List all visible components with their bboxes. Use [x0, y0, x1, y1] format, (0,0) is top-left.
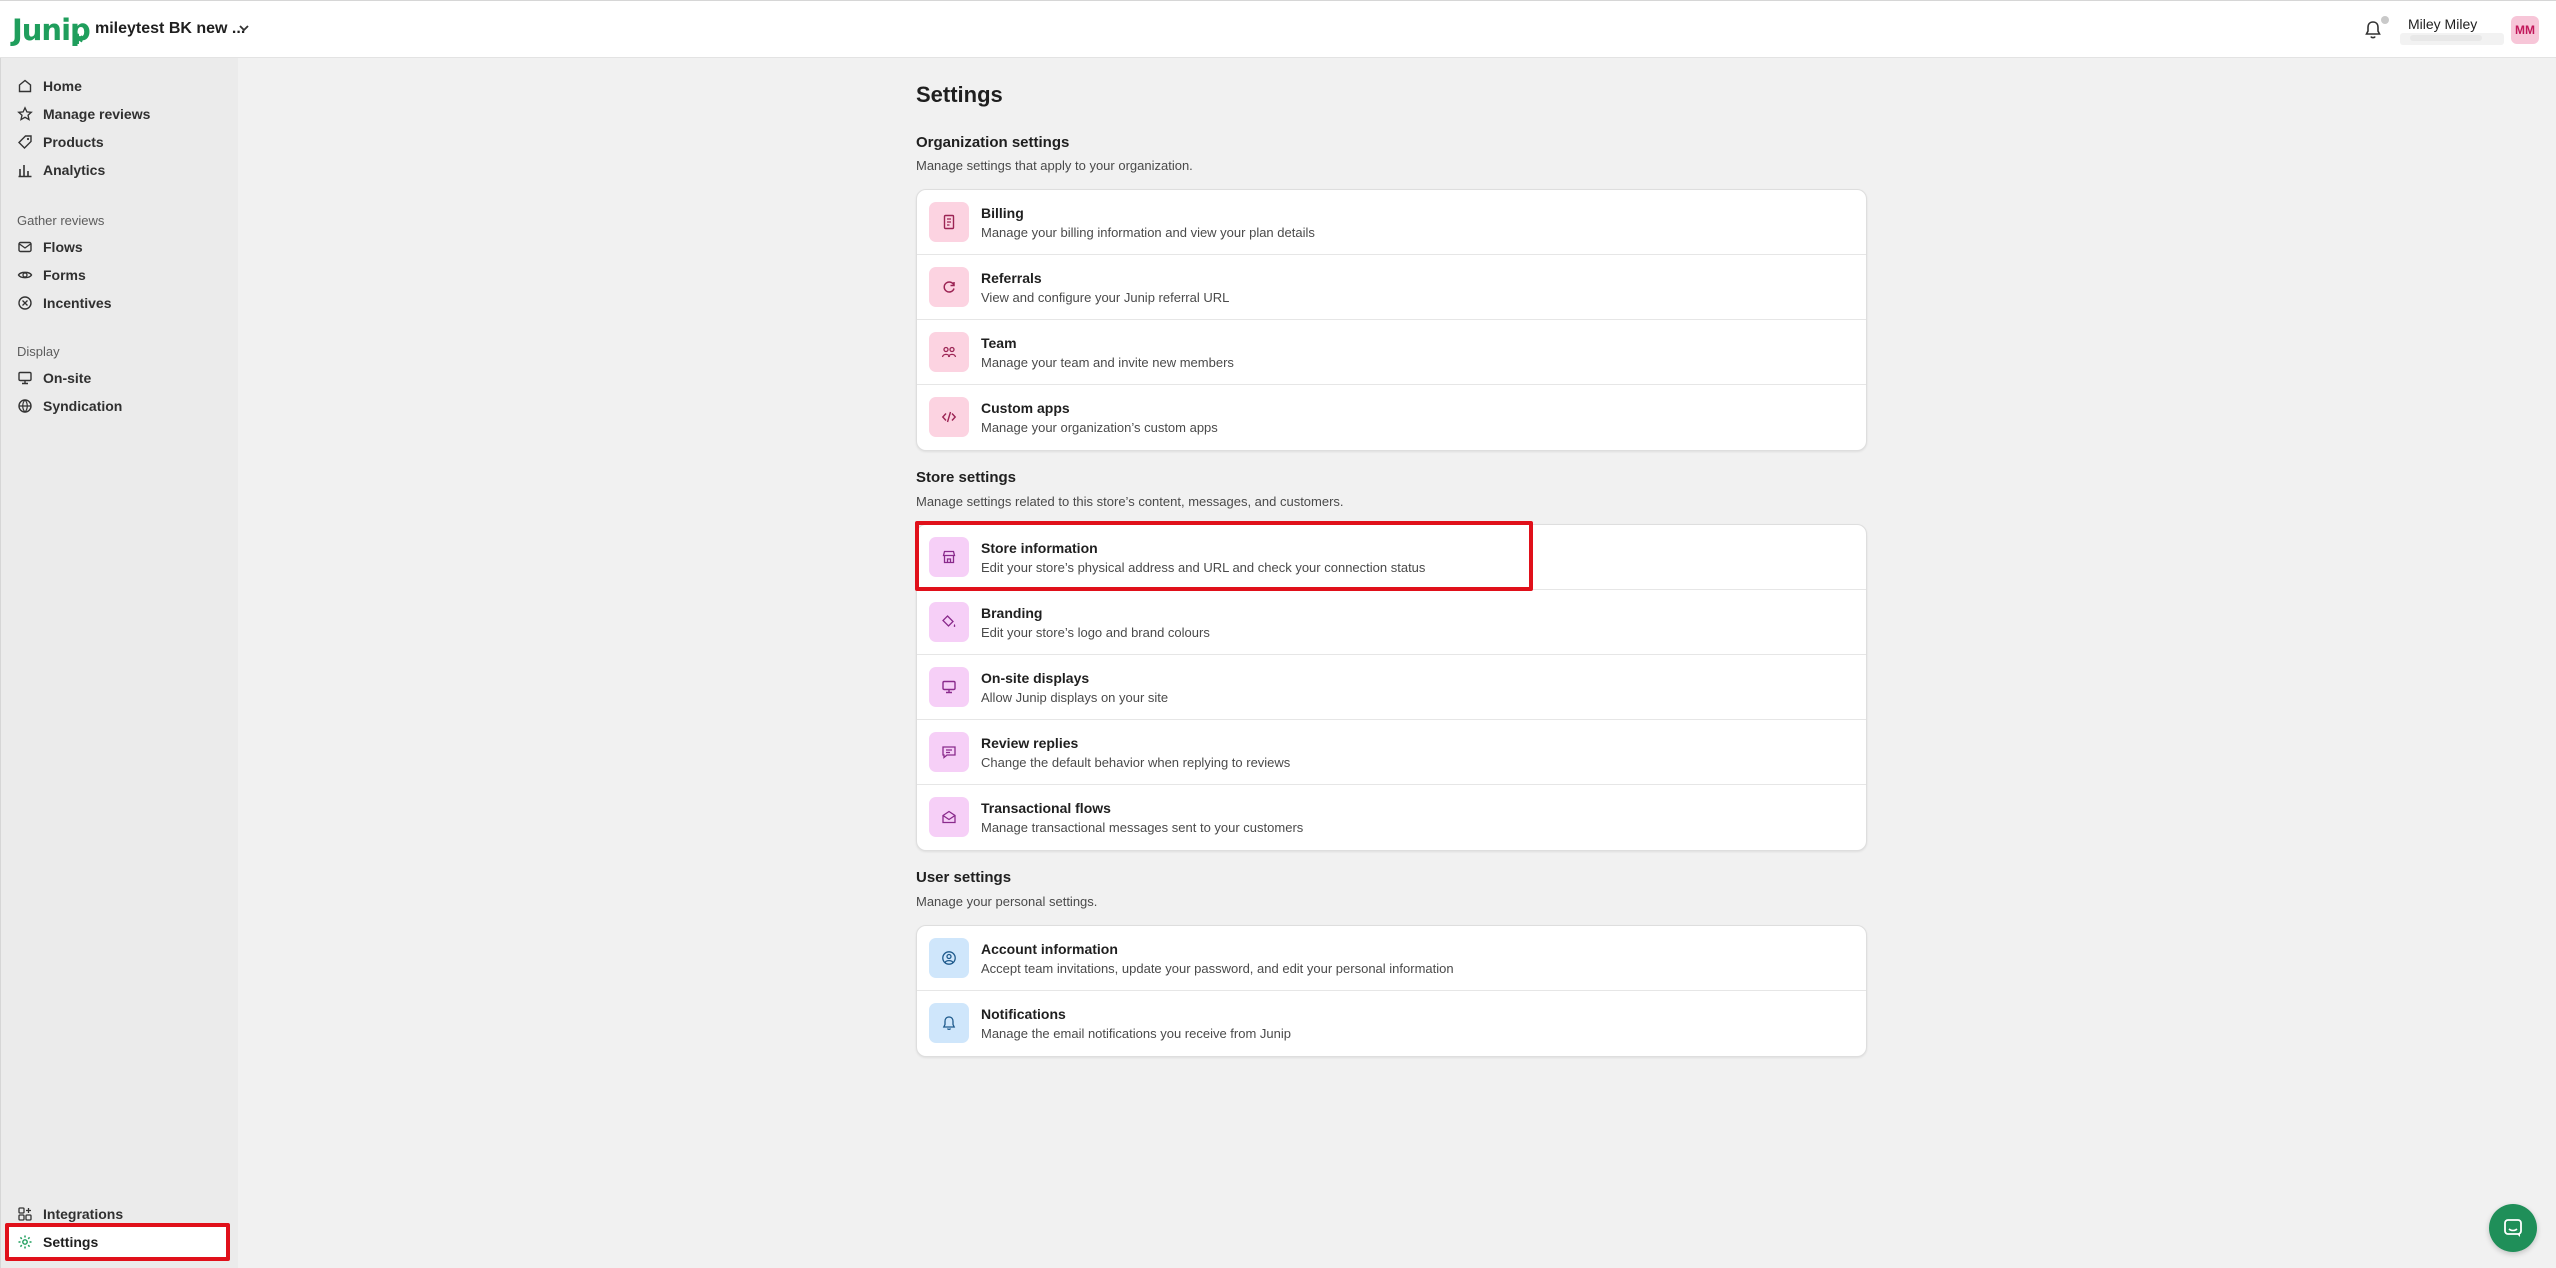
sidebar-item-label: Flows: [43, 239, 83, 255]
row-desc: Change the default behavior when replyin…: [981, 755, 1291, 770]
top-bar: Junip ✱ mileytest BK new ... Miley Miley…: [0, 0, 2556, 58]
store-information-highlight-box: [915, 521, 1533, 591]
sidebar-item-label: Syndication: [43, 398, 123, 414]
settings-row-branding[interactable]: Branding Edit your store’s logo and bran…: [917, 590, 1866, 655]
sidebar-section-gather-reviews: Gather reviews: [17, 213, 105, 228]
incentive-icon: [18, 296, 32, 310]
mail-icon: [18, 241, 32, 253]
settings-row-review-replies[interactable]: Review replies Change the default behavi…: [917, 720, 1866, 785]
section-desc-user: Manage your personal settings.: [916, 894, 1098, 909]
row-title: Referrals: [981, 270, 1042, 286]
page-title: Settings: [916, 82, 1003, 107]
gear-icon: [18, 1235, 32, 1249]
user-circle-icon: [929, 938, 969, 978]
settings-row-notifications[interactable]: Notifications Manage the email notificat…: [917, 991, 1866, 1056]
sidebar-item-home[interactable]: Home: [17, 74, 82, 98]
star-icon: [17, 106, 33, 121]
row-desc: Manage your team and invite new members: [981, 355, 1234, 370]
chat-icon: [929, 732, 969, 772]
chat-launcher-button[interactable]: [2489, 1204, 2537, 1252]
home-icon: [18, 79, 32, 93]
bell-icon: [929, 1003, 969, 1043]
row-title: Notifications: [981, 1006, 1066, 1022]
row-desc: Accept team invitations, update your pas…: [981, 961, 1454, 976]
row-title: Branding: [981, 605, 1043, 621]
section-desc-store: Manage settings related to this store’s …: [916, 494, 1344, 509]
row-title: Custom apps: [981, 400, 1070, 416]
sidebar-item-label: Manage reviews: [43, 106, 151, 122]
row-title: Billing: [981, 205, 1024, 221]
people-icon: [929, 332, 969, 372]
organization-settings-card: Billing Manage your billing information …: [916, 189, 1867, 451]
row-desc: View and configure your Junip referral U…: [981, 290, 1230, 305]
user-settings-card: Account information Accept team invitati…: [916, 925, 1867, 1057]
row-desc: Manage your organization’s custom apps: [981, 420, 1218, 435]
notification-dot: [2381, 16, 2389, 24]
row-desc: Manage transactional messages sent to yo…: [981, 820, 1304, 835]
code-icon: [929, 397, 969, 437]
monitor-icon: [929, 667, 969, 707]
store-switcher-label[interactable]: mileytest BK new ...: [95, 20, 245, 38]
sidebar-item-label: Forms: [43, 267, 86, 283]
sidebar-item-manage-reviews[interactable]: Manage reviews: [17, 102, 150, 126]
row-title: Account information: [981, 941, 1118, 957]
section-title-user: User settings: [916, 869, 1012, 886]
monitor-icon: [18, 371, 32, 385]
settings-row-referrals[interactable]: Referrals View and configure your Junip …: [917, 255, 1866, 320]
row-title: On-site displays: [981, 670, 1090, 686]
chat-bubble-icon: [2504, 1219, 2522, 1237]
sidebar-item-label: Integrations: [43, 1206, 124, 1222]
receipt-icon: [929, 202, 969, 242]
bar-chart-icon: [18, 165, 32, 178]
notifications-bell-icon[interactable]: [2364, 20, 2382, 40]
eye-icon: [17, 271, 33, 279]
sidebar-item-incentives[interactable]: Incentives: [17, 291, 111, 315]
settings-row-account-information[interactable]: Account information Accept team invitati…: [917, 926, 1866, 991]
settings-row-billing[interactable]: Billing Manage your billing information …: [917, 190, 1866, 255]
sidebar-item-label: Home: [43, 78, 82, 94]
avatar[interactable]: MM: [2511, 16, 2539, 44]
sidebar-item-flows[interactable]: Flows: [17, 235, 83, 259]
row-desc: Manage your billing information and view…: [981, 225, 1315, 240]
row-desc: Allow Junip displays on your site: [981, 690, 1169, 705]
row-desc: Manage the email notifications you recei…: [981, 1026, 1291, 1041]
sidebar-item-settings[interactable]: Settings: [17, 1230, 98, 1254]
settings-row-on-site-displays[interactable]: On-site displays Allow Junip displays on…: [917, 655, 1866, 720]
sidebar-item-label: Settings: [43, 1234, 99, 1250]
row-title: Review replies: [981, 735, 1079, 751]
logo-star-icon: ✱: [72, 31, 84, 47]
tag-icon: [18, 135, 32, 149]
row-title: Team: [981, 335, 1017, 351]
settings-row-team[interactable]: Team Manage your team and invite new mem…: [917, 320, 1866, 385]
sidebar-item-on-site[interactable]: On-site: [17, 366, 91, 390]
settings-row-custom-apps[interactable]: Custom apps Manage your organization’s c…: [917, 385, 1866, 450]
sidebar-section-display: Display: [17, 344, 60, 359]
row-desc: Edit your store’s logo and brand colours: [981, 625, 1210, 640]
settings-row-transactional-flows[interactable]: Transactional flows Manage transactional…: [917, 785, 1866, 850]
apps-icon: [18, 1207, 32, 1221]
chevron-down-icon[interactable]: [237, 21, 251, 35]
envelope-open-icon: [929, 797, 969, 837]
section-desc-organization: Manage settings that apply to your organ…: [916, 158, 1193, 173]
row-title: Transactional flows: [981, 800, 1111, 816]
refresh-icon: [929, 267, 969, 307]
sidebar-item-products[interactable]: Products: [17, 130, 104, 154]
section-title-store: Store settings: [916, 469, 1017, 486]
sidebar-item-label: Incentives: [43, 295, 112, 311]
sidebar-item-analytics[interactable]: Analytics: [17, 158, 105, 182]
sidebar-item-syndication[interactable]: Syndication: [17, 394, 122, 418]
user-name[interactable]: Miley Miley: [2408, 16, 2477, 32]
globe-icon: [18, 399, 32, 413]
user-subtitle-placeholder-inner: [2410, 35, 2482, 41]
paint-bucket-icon: [929, 602, 969, 642]
sidebar-item-label: On-site: [43, 370, 92, 386]
sidebar-item-label: Analytics: [43, 162, 106, 178]
sidebar-item-forms[interactable]: Forms: [17, 263, 86, 287]
section-title-organization: Organization settings: [916, 134, 1070, 151]
sidebar-item-label: Products: [43, 134, 104, 150]
